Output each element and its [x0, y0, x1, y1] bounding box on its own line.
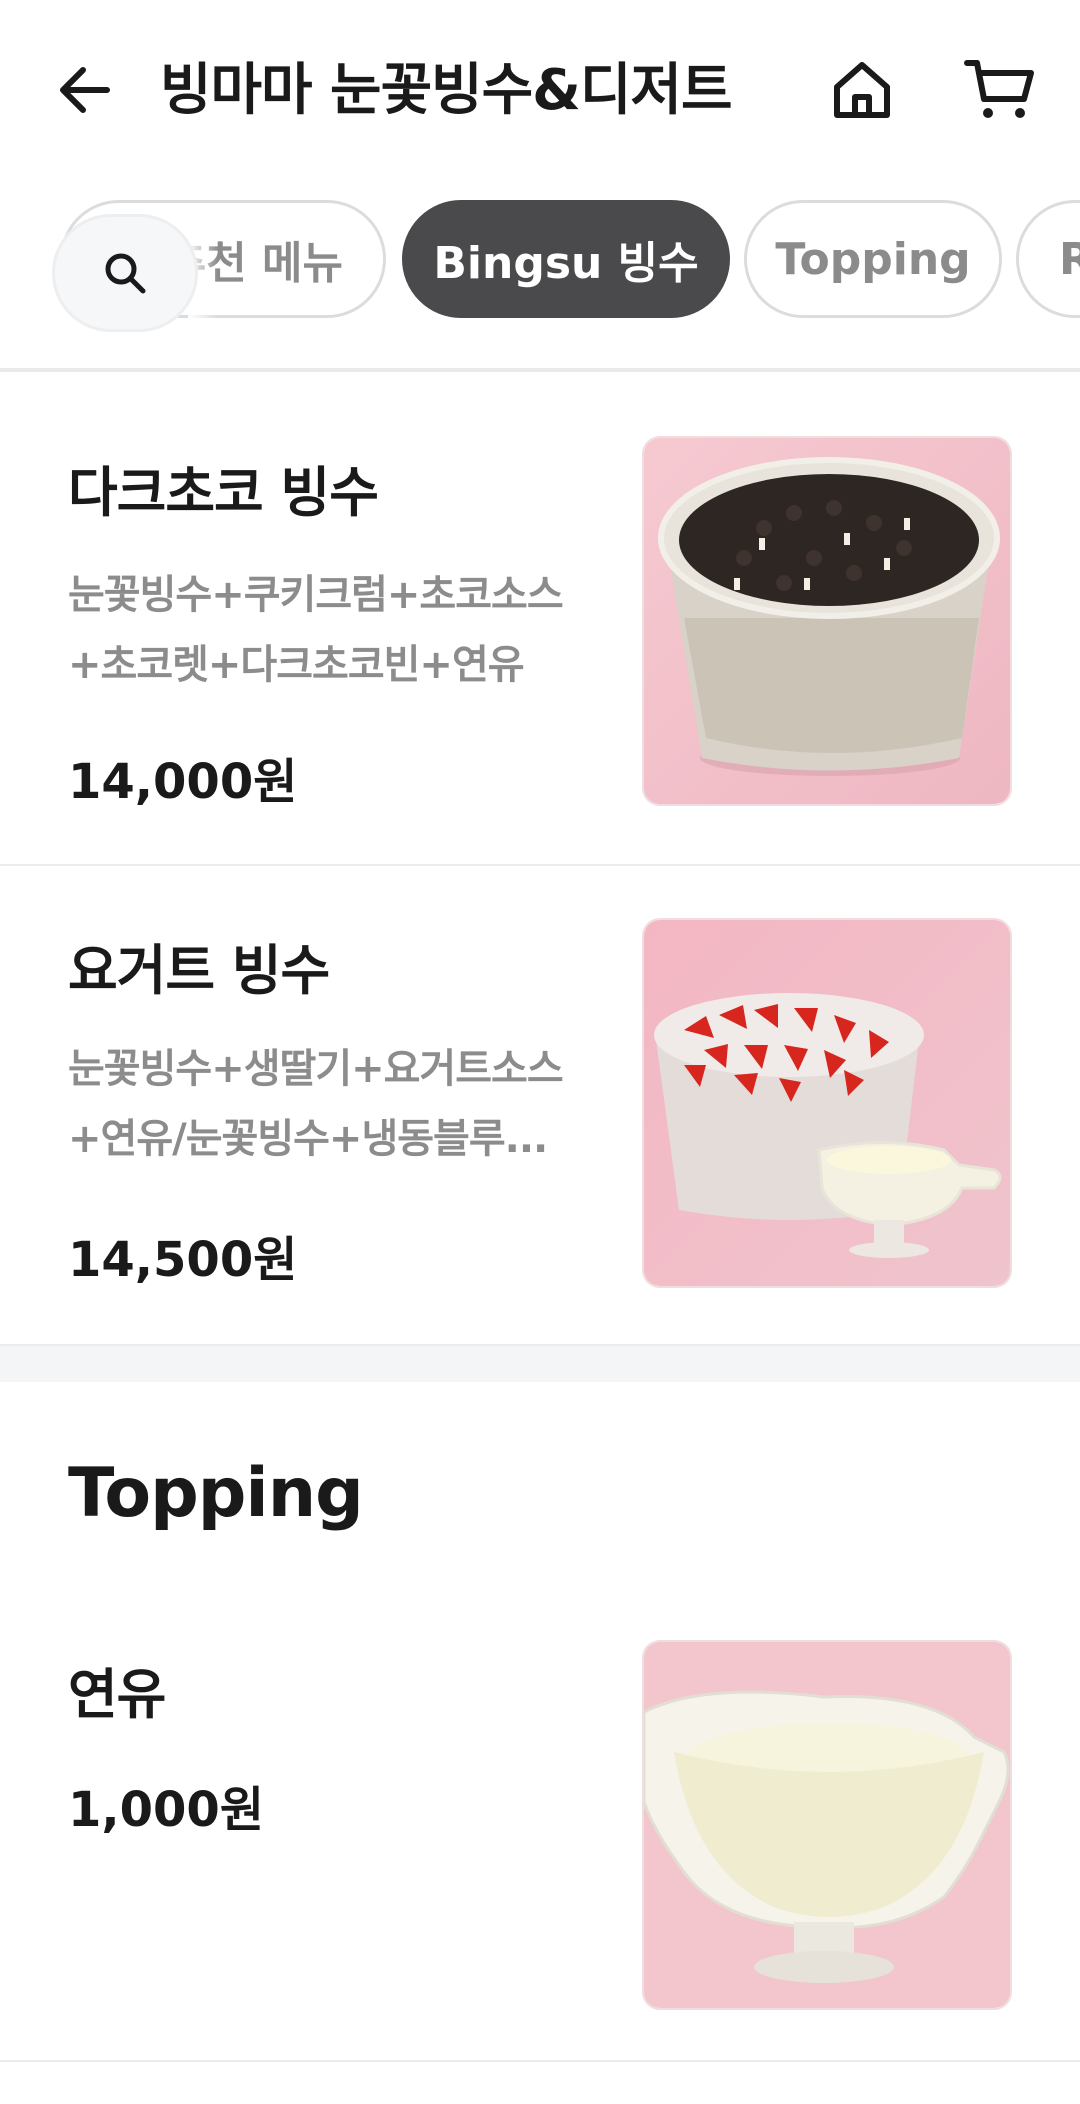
item-description-line: +연유/눈꽃빙수+냉동블루... — [68, 1116, 548, 1162]
section-title-topping: Topping — [68, 1454, 364, 1533]
dark-choco-bingsu-photo[interactable] — [642, 436, 1012, 806]
menu-item[interactable]: 다크초코 빙수 눈꽃빙수+쿠키크럼+초코소스 +초코렛+다크초코빈+연유 14,… — [0, 372, 1080, 864]
tab-topping[interactable]: Topping — [744, 200, 1002, 318]
item-description: 눈꽃빙수+쿠키크럼+초코소스 +초코렛+다크초코빈+연유 — [68, 560, 613, 700]
menu-item[interactable]: 연유 1,000원 — [0, 1610, 1080, 2060]
menu-search-button[interactable] — [52, 214, 198, 332]
condensed-milk-photo[interactable] — [642, 1640, 1012, 2010]
category-tab-bar: 추천 메뉴 Bingsu 빙수 Topping R — [0, 200, 1080, 370]
cart-icon — [964, 60, 1034, 118]
section-gap — [0, 1346, 1080, 1382]
arrow-left-icon — [60, 67, 110, 113]
app-header: 빙마마 눈꽃빙수&디저트 — [0, 0, 1080, 180]
store-title: 빙마마 눈꽃빙수&디저트 — [160, 58, 733, 123]
back-button[interactable] — [50, 50, 120, 130]
item-name: 다크초코 빙수 — [68, 461, 379, 524]
yogurt-bingsu-photo[interactable] — [642, 918, 1012, 1288]
home-button[interactable] — [822, 50, 902, 130]
item-name: 연유 — [68, 1663, 166, 1726]
cart-button[interactable] — [955, 50, 1045, 130]
menu-item[interactable]: 요거트 빙수 눈꽃빙수+생딸기+요거트소스 +연유/눈꽃빙수+냉동블루... 1… — [0, 866, 1080, 1344]
item-description-line: 눈꽃빙수+쿠키크럼+초코소스 — [68, 572, 564, 618]
item-name: 요거트 빙수 — [68, 939, 330, 1002]
item-description: 눈꽃빙수+생딸기+요거트소스 +연유/눈꽃빙수+냉동블루... — [68, 1034, 613, 1174]
item-price: 14,500원 — [68, 1232, 298, 1288]
tab-bingsu[interactable]: Bingsu 빙수 — [402, 200, 730, 318]
item-price: 1,000원 — [68, 1782, 264, 1838]
home-icon — [834, 62, 890, 118]
item-price: 14,000원 — [68, 754, 298, 810]
search-icon — [105, 253, 146, 294]
item-divider — [0, 2060, 1080, 2062]
item-description-line: 눈꽃빙수+생딸기+요거트소스 — [68, 1046, 564, 1092]
item-description-line: +초코렛+다크초코빈+연유 — [68, 642, 525, 688]
tab-more[interactable]: R — [1016, 200, 1080, 318]
